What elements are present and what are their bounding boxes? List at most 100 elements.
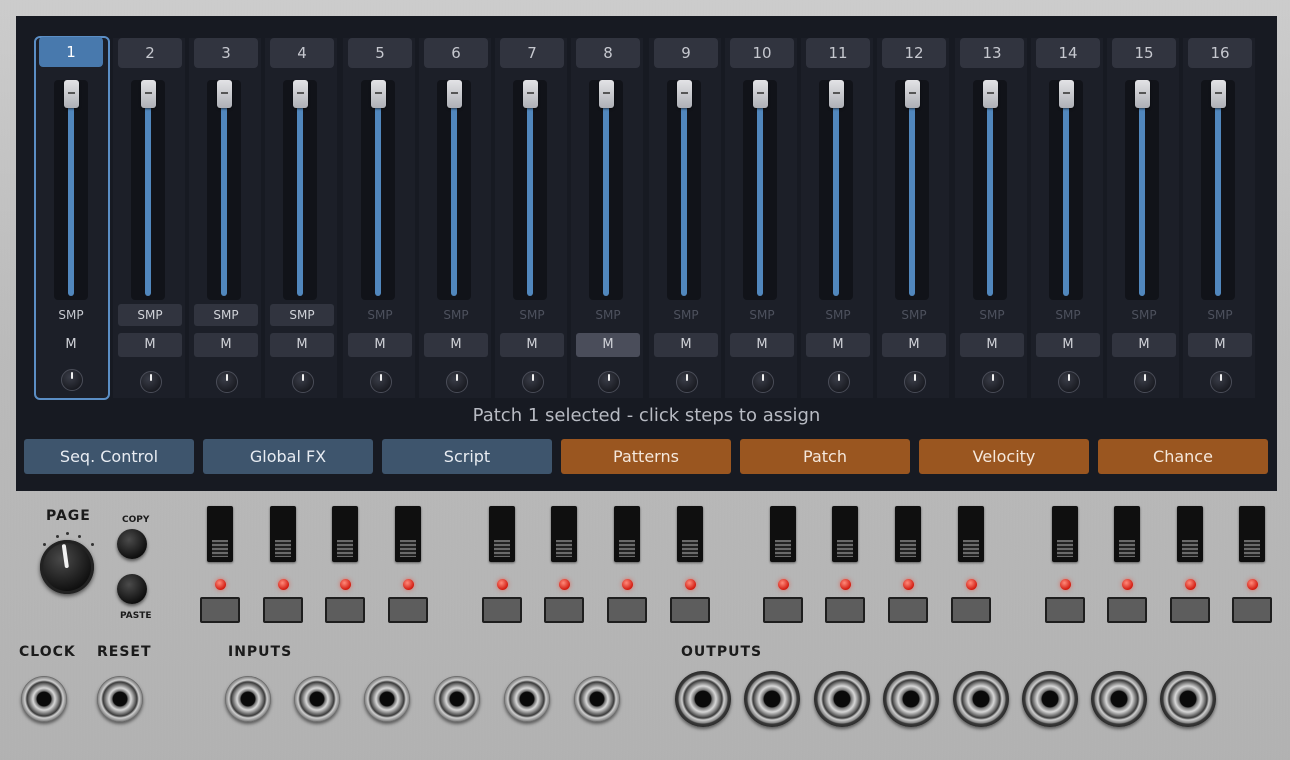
level-fader[interactable]	[361, 80, 395, 300]
mute-button[interactable]: M	[39, 333, 103, 357]
pan-knob[interactable]	[446, 371, 468, 393]
fader-handle[interactable]	[447, 80, 462, 108]
output-jack[interactable]	[1160, 671, 1216, 727]
mute-button[interactable]: M	[960, 333, 1024, 357]
step-switch[interactable]	[677, 506, 703, 562]
paste-button[interactable]	[117, 574, 147, 604]
pan-knob[interactable]	[982, 371, 1004, 393]
mute-button[interactable]: M	[1036, 333, 1100, 357]
tab-patterns[interactable]: Patterns	[561, 439, 731, 474]
fader-handle[interactable]	[1211, 80, 1226, 108]
fader-handle[interactable]	[753, 80, 768, 108]
step-button[interactable]	[763, 597, 803, 623]
mute-button[interactable]: M	[1188, 333, 1252, 357]
channel-strip[interactable]: 13 SMP M	[955, 38, 1027, 398]
mute-button[interactable]: M	[194, 333, 258, 357]
sample-button[interactable]: SMP	[270, 304, 334, 326]
output-jack[interactable]	[1022, 671, 1078, 727]
mute-button[interactable]: M	[730, 333, 794, 357]
channel-strip[interactable]: 7 SMP M	[495, 38, 567, 398]
step-button[interactable]	[670, 597, 710, 623]
channel-strip[interactable]: 8 SMP M	[571, 38, 643, 398]
mute-button[interactable]: M	[1112, 333, 1176, 357]
tab-script[interactable]: Script	[382, 439, 552, 474]
mute-button[interactable]: M	[576, 333, 640, 357]
channel-number-button[interactable]: 8	[576, 38, 640, 68]
pan-knob[interactable]	[598, 371, 620, 393]
channel-number-button[interactable]: 7	[500, 38, 564, 68]
channel-strip[interactable]: 2 SMP M	[113, 38, 185, 398]
fader-handle[interactable]	[905, 80, 920, 108]
level-fader[interactable]	[207, 80, 241, 300]
channel-number-button[interactable]: 4	[270, 38, 334, 68]
pan-knob[interactable]	[904, 371, 926, 393]
level-fader[interactable]	[1049, 80, 1083, 300]
mute-button[interactable]: M	[882, 333, 946, 357]
step-button[interactable]	[482, 597, 522, 623]
mute-button[interactable]: M	[500, 333, 564, 357]
level-fader[interactable]	[667, 80, 701, 300]
pan-knob[interactable]	[140, 371, 162, 393]
fader-handle[interactable]	[523, 80, 538, 108]
pan-knob[interactable]	[216, 371, 238, 393]
step-switch[interactable]	[1114, 506, 1140, 562]
pan-knob[interactable]	[522, 371, 544, 393]
step-button[interactable]	[544, 597, 584, 623]
channel-number-button[interactable]: 11	[806, 38, 870, 68]
sample-button[interactable]: SMP	[882, 304, 946, 326]
fader-handle[interactable]	[983, 80, 998, 108]
output-jack[interactable]	[953, 671, 1009, 727]
channel-strip[interactable]: 1 SMP M	[34, 36, 110, 400]
tab-chance[interactable]: Chance	[1098, 439, 1268, 474]
step-button[interactable]	[1045, 597, 1085, 623]
channel-strip[interactable]: 3 SMP M	[189, 38, 261, 398]
channel-number-button[interactable]: 9	[654, 38, 718, 68]
output-jack[interactable]	[814, 671, 870, 727]
level-fader[interactable]	[819, 80, 853, 300]
channel-strip[interactable]: 10 SMP M	[725, 38, 797, 398]
fader-handle[interactable]	[293, 80, 308, 108]
step-button[interactable]	[1107, 597, 1147, 623]
pan-knob[interactable]	[752, 371, 774, 393]
step-switch[interactable]	[614, 506, 640, 562]
fader-handle[interactable]	[371, 80, 386, 108]
step-switch[interactable]	[489, 506, 515, 562]
sample-button[interactable]: SMP	[118, 304, 182, 326]
sample-button[interactable]: SMP	[500, 304, 564, 326]
step-switch[interactable]	[895, 506, 921, 562]
level-fader[interactable]	[283, 80, 317, 300]
channel-number-button[interactable]: 2	[118, 38, 182, 68]
level-fader[interactable]	[437, 80, 471, 300]
fader-handle[interactable]	[677, 80, 692, 108]
level-fader[interactable]	[973, 80, 1007, 300]
fader-handle[interactable]	[1059, 80, 1074, 108]
fader-handle[interactable]	[64, 80, 79, 108]
step-switch[interactable]	[1052, 506, 1078, 562]
step-switch[interactable]	[770, 506, 796, 562]
channel-strip[interactable]: 14 SMP M	[1031, 38, 1103, 398]
channel-strip[interactable]: 11 SMP M	[801, 38, 873, 398]
sample-button[interactable]: SMP	[424, 304, 488, 326]
sample-button[interactable]: SMP	[39, 304, 103, 326]
pan-knob[interactable]	[61, 369, 83, 391]
step-button[interactable]	[325, 597, 365, 623]
pan-knob[interactable]	[676, 371, 698, 393]
output-jack[interactable]	[675, 671, 731, 727]
step-button[interactable]	[607, 597, 647, 623]
input-jack[interactable]	[225, 676, 271, 722]
step-button[interactable]	[888, 597, 928, 623]
sample-button[interactable]: SMP	[960, 304, 1024, 326]
fader-handle[interactable]	[217, 80, 232, 108]
sample-button[interactable]: SMP	[654, 304, 718, 326]
mute-button[interactable]: M	[270, 333, 334, 357]
channel-strip[interactable]: 16 SMP M	[1183, 38, 1255, 398]
pan-knob[interactable]	[1210, 371, 1232, 393]
sample-button[interactable]: SMP	[730, 304, 794, 326]
mute-button[interactable]: M	[118, 333, 182, 357]
pan-knob[interactable]	[292, 371, 314, 393]
input-jack[interactable]	[574, 676, 620, 722]
sample-button[interactable]: SMP	[1036, 304, 1100, 326]
level-fader[interactable]	[589, 80, 623, 300]
channel-strip[interactable]: 9 SMP M	[649, 38, 721, 398]
pan-knob[interactable]	[1134, 371, 1156, 393]
